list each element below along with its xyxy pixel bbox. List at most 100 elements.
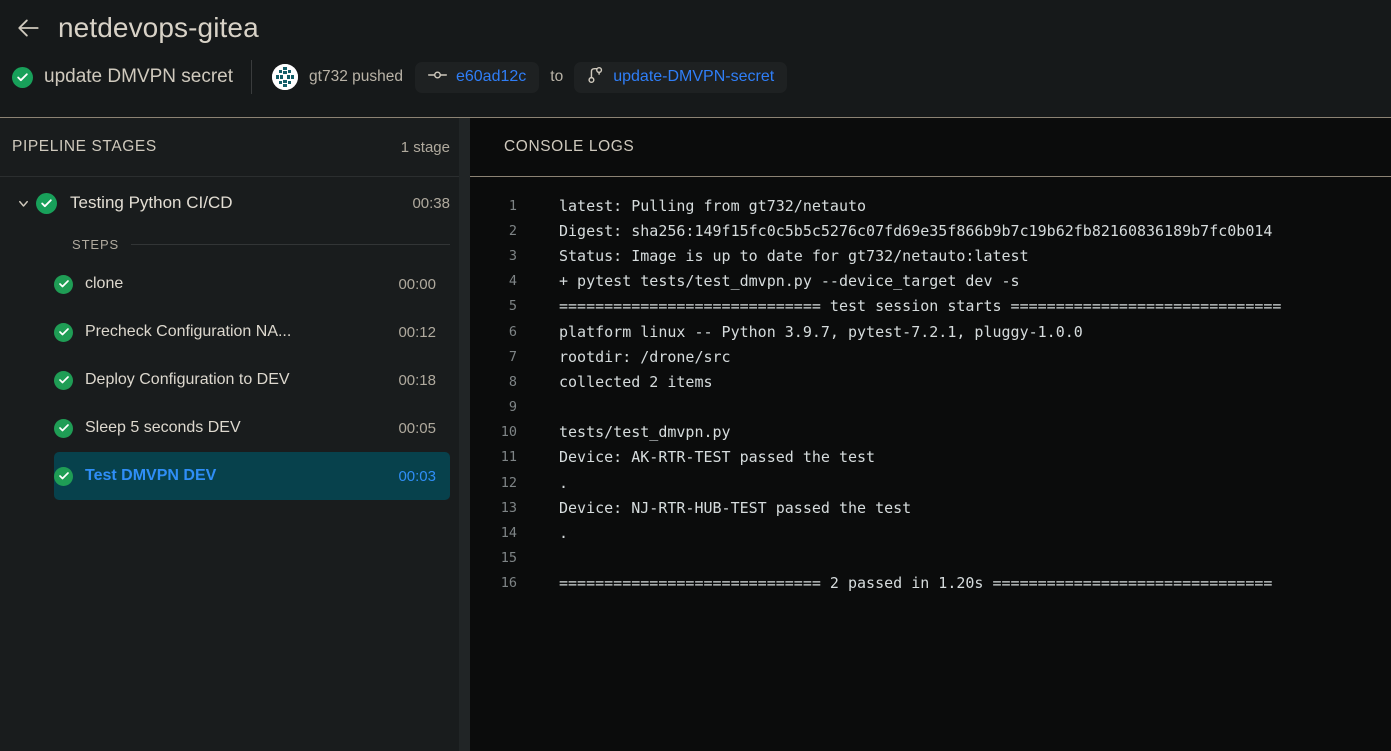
log-line-number: 4 — [470, 273, 517, 289]
step-row[interactable]: Test DMVPN DEV00:03 — [54, 452, 450, 500]
user-avatar-identicon — [272, 64, 298, 90]
log-line-number: 14 — [470, 525, 517, 541]
steps-label-row: STEPS — [0, 229, 470, 260]
stage-row-testing-python-ci-cd[interactable]: Testing Python CI/CD 00:38 — [0, 177, 470, 229]
check-circle-icon — [54, 467, 73, 486]
step-name: Test DMVPN DEV — [85, 467, 398, 485]
log-line: 1latest: Pulling from gt732/netauto — [470, 193, 1391, 218]
pusher-group: gt732 pushed — [272, 64, 403, 90]
pipeline-stages-sidebar: PIPELINE STAGES 1 stage Testing Python C… — [0, 118, 470, 751]
log-line-text: Digest: sha256:149f15fc0c5b5c5276c07fd69… — [517, 222, 1272, 240]
log-line-text: ============================= 2 passed i… — [517, 574, 1272, 592]
stage-duration: 00:38 — [412, 195, 450, 212]
stage-name: Testing Python CI/CD — [70, 193, 412, 213]
log-line: 4+ pytest tests/test_dmvpn.py --device_t… — [470, 269, 1391, 294]
log-line-number: 3 — [470, 248, 517, 264]
log-line-text: Device: NJ-RTR-HUB-TEST passed the test — [517, 499, 911, 517]
log-line: 16============================= 2 passed… — [470, 571, 1391, 596]
log-line-text: rootdir: /drone/src — [517, 348, 731, 366]
check-circle-icon — [54, 419, 73, 438]
step-name: Sleep 5 seconds DEV — [85, 419, 398, 437]
step-duration: 00:03 — [398, 468, 436, 485]
build-meta-row: update DMVPN secret — [0, 48, 1391, 106]
log-line-number: 11 — [470, 449, 517, 465]
log-line-text: + pytest tests/test_dmvpn.py --device_ta… — [517, 272, 1020, 290]
log-line-text: platform linux -- Python 3.9.7, pytest-7… — [517, 323, 1083, 341]
title-row: netdevops-gitea — [0, 0, 1391, 48]
log-line-text: . — [517, 524, 568, 542]
log-line-text: Status: Image is up to date for gt732/ne… — [517, 247, 1029, 265]
step-duration: 00:05 — [398, 420, 436, 437]
commit-hash: e60ad12c — [456, 68, 526, 86]
log-line-number: 5 — [470, 298, 517, 314]
page-header: netdevops-gitea update DMVPN secret — [0, 0, 1391, 118]
log-line: 3Status: Image is up to date for gt732/n… — [470, 243, 1391, 268]
console-header: CONSOLE LOGS — [470, 118, 1391, 177]
console-title: CONSOLE LOGS — [504, 138, 634, 156]
log-line: 6platform linux -- Python 3.9.7, pytest-… — [470, 319, 1391, 344]
log-line: 13Device: NJ-RTR-HUB-TEST passed the tes… — [470, 495, 1391, 520]
step-row[interactable]: Precheck Configuration NA...00:12 — [54, 308, 450, 356]
check-circle-icon — [54, 323, 73, 342]
step-row[interactable]: Sleep 5 seconds DEV00:05 — [54, 404, 450, 452]
step-duration: 00:00 — [398, 276, 436, 293]
commit-hash-pill[interactable]: e60ad12c — [415, 62, 539, 93]
console-log-output[interactable]: 1latest: Pulling from gt732/netauto2Dige… — [470, 177, 1391, 596]
log-line: 9 — [470, 395, 1391, 420]
log-line: 10tests/test_dmvpn.py — [470, 420, 1391, 445]
log-line-text: Device: AK-RTR-TEST passed the test — [517, 448, 875, 466]
stage-count: 1 stage — [401, 139, 450, 156]
git-branch-icon — [587, 66, 604, 89]
log-line-number: 13 — [470, 500, 517, 516]
log-line-number: 6 — [470, 324, 517, 340]
page-title: netdevops-gitea — [58, 12, 259, 44]
log-line-number: 8 — [470, 374, 517, 390]
log-line: 14. — [470, 520, 1391, 545]
check-circle-icon — [54, 371, 73, 390]
log-line-text: . — [517, 474, 568, 492]
step-name: Deploy Configuration to DEV — [85, 371, 398, 389]
log-line-number: 15 — [470, 550, 517, 566]
log-line: 8collected 2 items — [470, 369, 1391, 394]
step-name: Precheck Configuration NA... — [85, 323, 398, 341]
log-line-number: 10 — [470, 424, 517, 440]
sidebar-header: PIPELINE STAGES 1 stage — [0, 118, 470, 177]
chevron-down-icon[interactable] — [10, 196, 36, 211]
log-line-text: collected 2 items — [517, 373, 713, 391]
back-arrow-icon[interactable] — [14, 13, 44, 43]
sidebar-scrollbar[interactable] — [459, 118, 470, 751]
pusher-name: gt732 pushed — [309, 68, 403, 86]
console-panel: CONSOLE LOGS 1latest: Pulling from gt732… — [470, 118, 1391, 751]
log-line: 5============================= test sess… — [470, 294, 1391, 319]
branch-name: update-DMVPN-secret — [613, 68, 774, 86]
header-divider — [251, 60, 252, 94]
step-duration: 00:18 — [398, 372, 436, 389]
log-line-number: 12 — [470, 475, 517, 491]
log-line: 2Digest: sha256:149f15fc0c5b5c5276c07fd6… — [470, 218, 1391, 243]
log-line-text: latest: Pulling from gt732/netauto — [517, 197, 866, 215]
commit-message-group: update DMVPN secret — [12, 66, 251, 88]
log-line: 7rootdir: /drone/src — [470, 344, 1391, 369]
steps-divider — [131, 244, 450, 245]
steps-list: clone00:00Precheck Configuration NA...00… — [0, 260, 470, 500]
log-line-number: 2 — [470, 223, 517, 239]
log-line-number: 16 — [470, 575, 517, 591]
branch-pill[interactable]: update-DMVPN-secret — [574, 62, 787, 93]
check-circle-icon — [54, 275, 73, 294]
log-line-number: 1 — [470, 198, 517, 214]
step-row[interactable]: Deploy Configuration to DEV00:18 — [54, 356, 450, 404]
log-line: 12. — [470, 470, 1391, 495]
steps-label: STEPS — [72, 237, 119, 252]
check-circle-icon — [12, 67, 33, 88]
log-line: 11Device: AK-RTR-TEST passed the test — [470, 445, 1391, 470]
commit-message: update DMVPN secret — [44, 66, 233, 88]
check-circle-icon — [36, 193, 57, 214]
main-body: PIPELINE STAGES 1 stage Testing Python C… — [0, 118, 1391, 751]
log-line-number: 7 — [470, 349, 517, 365]
log-line-number: 9 — [470, 399, 517, 415]
log-line: 15 — [470, 546, 1391, 571]
step-row[interactable]: clone00:00 — [54, 260, 450, 308]
step-name: clone — [85, 275, 398, 293]
step-duration: 00:12 — [398, 324, 436, 341]
git-commit-icon — [428, 68, 447, 87]
